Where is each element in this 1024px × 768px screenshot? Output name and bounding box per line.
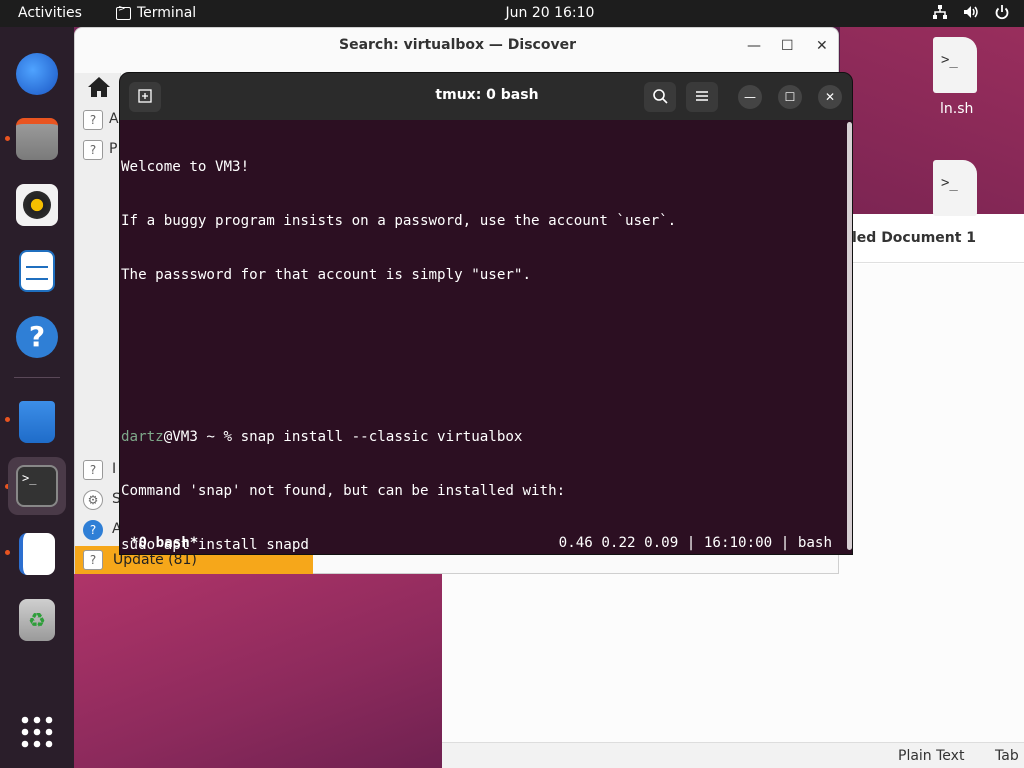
dock-separator (14, 377, 60, 378)
command-line: dartz@VM3 ~ % snap install --classic vir… (121, 428, 846, 446)
tmux-status-right: 0.46 0.22 0.09 | 16:10:00 | bash (558, 535, 832, 551)
dock-writer[interactable] (8, 242, 66, 300)
scrollbar[interactable] (847, 122, 852, 550)
dock-text-editor[interactable] (8, 525, 66, 583)
unknown-icon: ? (83, 110, 103, 130)
system-tray[interactable] (932, 4, 1010, 20)
terminal-headerbar: tmux: 0 bash — ☐ ✕ (120, 73, 852, 120)
search-button[interactable] (644, 82, 676, 112)
edit-icon (19, 533, 55, 575)
dock-software[interactable] (8, 393, 66, 451)
editor-statusbar: Plain Text Tab (442, 742, 1024, 768)
terminal-icon: >_ (16, 465, 58, 507)
output-line: Command 'snap' not found, but can be ins… (121, 483, 566, 499)
trash-icon: ♻ (19, 599, 55, 641)
store-icon (19, 401, 55, 443)
window-title: Search: virtualbox — Discover (338, 37, 576, 53)
language-selector[interactable]: Plain Text (898, 748, 964, 764)
sidebar-item-label[interactable]: A (109, 111, 119, 127)
document-icon (19, 250, 55, 292)
document-title: led Document 1 (852, 230, 977, 246)
script-icon: >_ (941, 175, 958, 191)
home-icon[interactable] (87, 76, 111, 98)
dock-files[interactable] (8, 110, 66, 168)
help-icon: ? (83, 520, 103, 540)
dock-help[interactable]: ? (8, 308, 66, 366)
help-icon: ? (16, 316, 58, 358)
wallpaper (74, 560, 454, 768)
wallpaper (840, 0, 1024, 230)
close-button[interactable]: ✕ (816, 38, 828, 54)
maximize-button[interactable]: ☐ (778, 85, 802, 109)
volume-icon (964, 6, 978, 18)
tmux-status-bar: *0 bash* 0.46 0.22 0.09 | 16:10:00 | bas… (120, 535, 846, 554)
music-icon (16, 184, 58, 226)
maximize-button[interactable]: ☐ (781, 38, 794, 54)
sidebar-item-label[interactable]: P (109, 141, 117, 157)
terminal-output[interactable]: Welcome to VM3! If a buggy program insis… (120, 122, 846, 554)
top-bar: Activities Terminal Jun 20 16:10 (0, 0, 1024, 27)
hamburger-icon (696, 91, 708, 101)
mail-icon (16, 53, 58, 95)
dock-rhythmbox[interactable] (8, 176, 66, 234)
desktop-file-label: ln.sh (940, 101, 974, 117)
grid-icon (21, 716, 53, 748)
network-icon (933, 5, 947, 19)
desktop-file-script[interactable]: >_ (933, 160, 977, 216)
tab-width-selector[interactable]: Tab (995, 748, 1019, 764)
unknown-icon: ? (83, 460, 103, 480)
discover-sidebar: ? A ? P ? I ⚙ S ? A (75, 73, 122, 573)
script-icon: >_ (941, 52, 958, 68)
unknown-icon: ? (83, 140, 103, 160)
output-line: If a buggy program insists on a password… (121, 213, 677, 229)
search-icon (653, 89, 668, 104)
dock-terminal[interactable]: >_ (8, 457, 66, 515)
dock-trash[interactable]: ♻ (8, 591, 66, 649)
close-button[interactable]: ✕ (818, 85, 842, 109)
command-text: % snap install --classic virtualbox (223, 429, 523, 445)
prompt-host: @VM3 ~ (163, 429, 224, 445)
menu-button[interactable] (686, 82, 718, 112)
dock-thunderbird[interactable] (8, 45, 66, 103)
unknown-icon: ? (83, 550, 103, 570)
output-line: Welcome to VM3! (121, 159, 250, 175)
prompt-user: dartz (121, 429, 164, 445)
tmux-window-label[interactable]: *0 bash* (130, 535, 198, 551)
terminal-window[interactable]: tmux: 0 bash — ☐ ✕ Welcome to VM3! If a … (119, 72, 853, 555)
sidebar-item-label[interactable]: I (112, 461, 116, 477)
power-icon (995, 5, 1009, 20)
settings-icon: ⚙ (83, 490, 103, 510)
clock[interactable]: Jun 20 16:10 (0, 5, 1024, 21)
dock: ? >_ ♻ (0, 27, 74, 768)
output-line: The passsword for that account is simply… (121, 267, 531, 283)
desktop-file-ln-sh[interactable]: >_ (933, 37, 977, 93)
minimize-button[interactable]: — (738, 85, 762, 109)
dock-apps-grid[interactable] (8, 703, 66, 761)
folder-icon (16, 118, 58, 160)
minimize-button[interactable]: — (747, 38, 761, 54)
